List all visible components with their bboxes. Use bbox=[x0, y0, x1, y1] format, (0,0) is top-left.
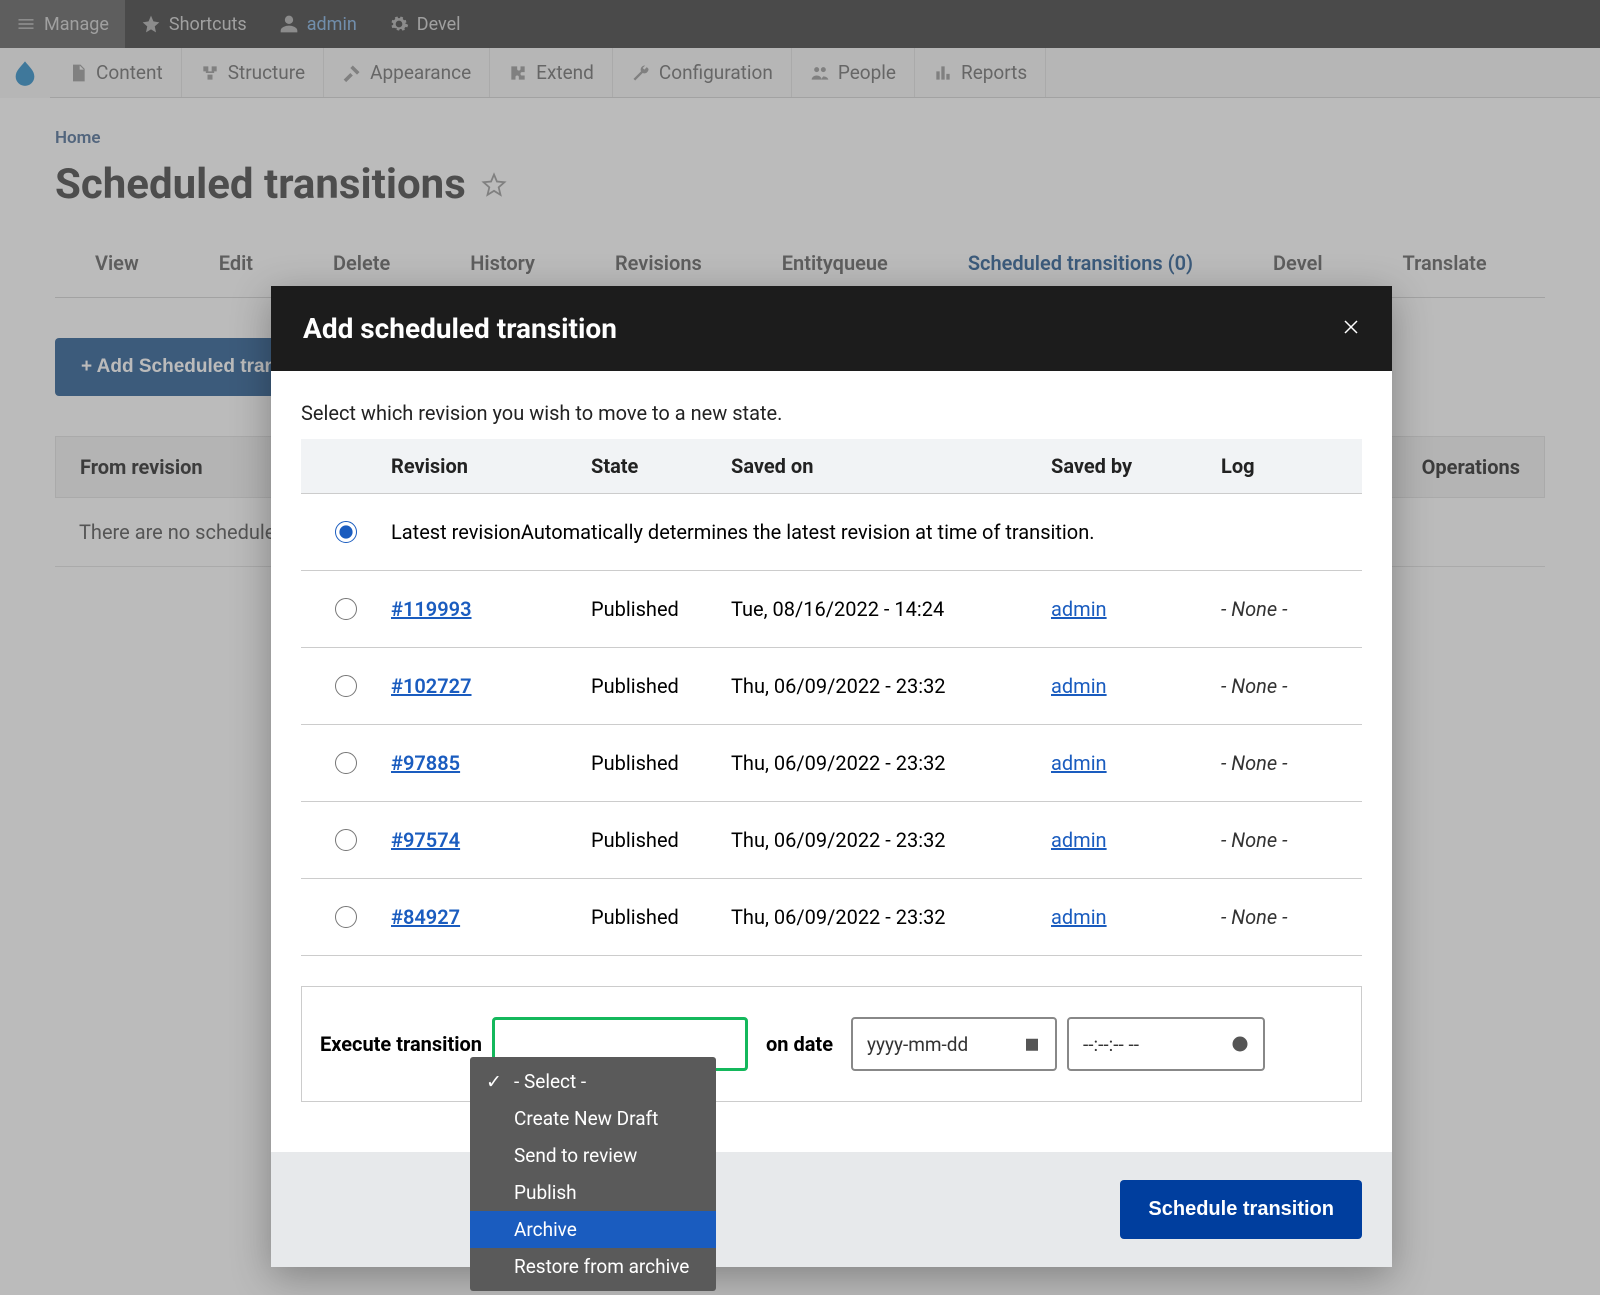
th-revision: Revision bbox=[391, 454, 591, 478]
schedule-transition-button[interactable]: Schedule transition bbox=[1120, 1180, 1362, 1239]
revision-log: - None - bbox=[1221, 751, 1287, 775]
date-placeholder: yyyy-mm-dd bbox=[867, 1033, 968, 1056]
modal-instruction: Select which revision you wish to move t… bbox=[301, 401, 1362, 425]
th-saved-by: Saved by bbox=[1051, 454, 1221, 478]
close-icon bbox=[1342, 318, 1360, 336]
revision-row[interactable]: #102727 Published Thu, 06/09/2022 - 23:3… bbox=[301, 648, 1362, 725]
date-input[interactable]: yyyy-mm-dd bbox=[851, 1017, 1057, 1071]
close-button[interactable] bbox=[1342, 316, 1360, 342]
revision-saved-by[interactable]: admin bbox=[1051, 674, 1107, 698]
revision-state: Published bbox=[591, 751, 731, 775]
revision-link[interactable]: #102727 bbox=[391, 674, 472, 698]
add-scheduled-transition-modal: Add scheduled transition Select which re… bbox=[271, 286, 1392, 1267]
th-log: Log bbox=[1221, 454, 1255, 478]
revision-row[interactable]: #84927 Published Thu, 06/09/2022 - 23:32… bbox=[301, 879, 1362, 956]
revision-state: Published bbox=[591, 828, 731, 852]
revision-saved-by[interactable]: admin bbox=[1051, 828, 1107, 852]
transition-dropdown: - Select - Create New Draft Send to revi… bbox=[470, 1057, 716, 1291]
clock-icon bbox=[1231, 1035, 1249, 1053]
revision-row[interactable]: #97574 Published Thu, 06/09/2022 - 23:32… bbox=[301, 802, 1362, 879]
revision-table: Revision State Saved on Saved by Log Lat… bbox=[301, 439, 1362, 956]
option-restore-from-archive[interactable]: Restore from archive bbox=[470, 1248, 716, 1285]
option-create-new-draft[interactable]: Create New Draft bbox=[470, 1100, 716, 1137]
revision-log: - None - bbox=[1221, 597, 1287, 621]
radio-revision[interactable] bbox=[335, 829, 357, 851]
revision-log: - None - bbox=[1221, 828, 1287, 852]
option-archive[interactable]: Archive bbox=[470, 1211, 716, 1248]
latest-revision-desc: Automatically determines the latest revi… bbox=[521, 520, 1362, 544]
revision-row[interactable]: #97885 Published Thu, 06/09/2022 - 23:32… bbox=[301, 725, 1362, 802]
revision-link[interactable]: #97574 bbox=[391, 828, 460, 852]
execute-transition-label: Execute transition bbox=[320, 1032, 482, 1056]
revision-row[interactable]: #119993 Published Tue, 08/16/2022 - 14:2… bbox=[301, 571, 1362, 648]
radio-latest[interactable] bbox=[335, 521, 357, 543]
revision-link[interactable]: #97885 bbox=[391, 751, 460, 775]
revision-saved-on: Tue, 08/16/2022 - 14:24 bbox=[731, 597, 1051, 621]
execute-transition-section: Execute transition on date yyyy-mm-dd --… bbox=[301, 986, 1362, 1102]
revision-saved-by[interactable]: admin bbox=[1051, 905, 1107, 929]
time-input[interactable]: --:--:-- -- bbox=[1067, 1017, 1265, 1071]
revision-log: - None - bbox=[1221, 905, 1287, 929]
revision-saved-on: Thu, 06/09/2022 - 23:32 bbox=[731, 751, 1051, 775]
revision-link[interactable]: #84927 bbox=[391, 905, 460, 929]
revision-saved-on: Thu, 06/09/2022 - 23:32 bbox=[731, 905, 1051, 929]
radio-revision[interactable] bbox=[335, 906, 357, 928]
time-placeholder: --:--:-- -- bbox=[1083, 1033, 1139, 1056]
revision-log: - None - bbox=[1221, 674, 1287, 698]
radio-revision[interactable] bbox=[335, 598, 357, 620]
revision-state: Published bbox=[591, 905, 731, 929]
revision-link[interactable]: #119993 bbox=[391, 597, 472, 621]
revision-saved-by[interactable]: admin bbox=[1051, 751, 1107, 775]
modal-title: Add scheduled transition bbox=[303, 312, 617, 345]
option-select[interactable]: - Select - bbox=[470, 1063, 716, 1100]
revision-saved-on: Thu, 06/09/2022 - 23:32 bbox=[731, 828, 1051, 852]
th-saved-on: Saved on bbox=[731, 454, 1051, 478]
on-date-label: on date bbox=[758, 1032, 841, 1056]
revision-saved-on: Thu, 06/09/2022 - 23:32 bbox=[731, 674, 1051, 698]
radio-revision[interactable] bbox=[335, 752, 357, 774]
revision-state: Published bbox=[591, 597, 731, 621]
revision-row-latest[interactable]: Latest revision Automatically determines… bbox=[301, 493, 1362, 571]
option-publish[interactable]: Publish bbox=[470, 1174, 716, 1211]
revision-saved-by[interactable]: admin bbox=[1051, 597, 1107, 621]
th-state: State bbox=[591, 454, 731, 478]
option-send-to-review[interactable]: Send to review bbox=[470, 1137, 716, 1174]
radio-revision[interactable] bbox=[335, 675, 357, 697]
latest-revision-label: Latest revision bbox=[391, 520, 521, 544]
calendar-icon bbox=[1023, 1035, 1041, 1053]
revision-state: Published bbox=[591, 674, 731, 698]
